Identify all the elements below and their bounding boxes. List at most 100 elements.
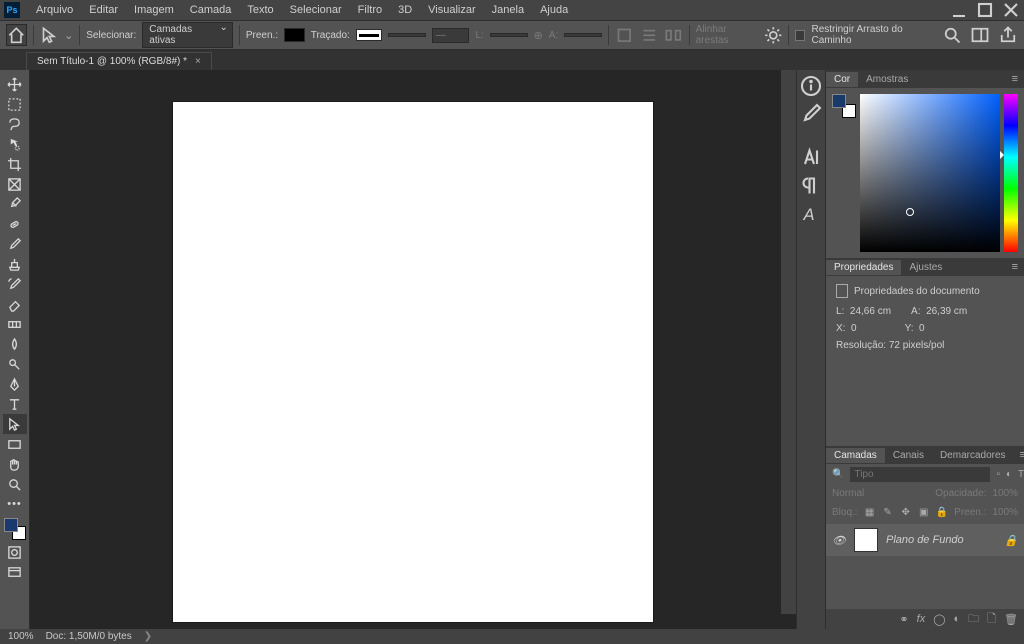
info-panel-icon[interactable] [799, 74, 823, 98]
vertical-scrollbar[interactable] [781, 70, 796, 614]
window-maximize-icon[interactable] [976, 3, 994, 17]
panel-menu-icon[interactable]: ≡ [1006, 73, 1024, 85]
share-icon[interactable] [998, 25, 1018, 45]
quick-select-tool-icon[interactable] [3, 134, 27, 154]
document-tab[interactable]: Sem Título-1 @ 100% (RGB/8#) * × [26, 52, 212, 70]
layer-filter-input[interactable] [850, 467, 990, 482]
lock-icon[interactable]: 🔒 [1004, 534, 1018, 547]
menu-texto[interactable]: Texto [239, 4, 281, 16]
path-select-tool-icon[interactable] [40, 25, 59, 45]
clone-stamp-tool-icon[interactable] [3, 254, 27, 274]
lock-all-icon[interactable]: 🔒 [936, 505, 948, 519]
window-minimize-icon[interactable] [950, 3, 968, 17]
hand-tool-icon[interactable] [3, 454, 27, 474]
new-layer-icon[interactable]: 🗋 [987, 610, 996, 629]
crop-tool-icon[interactable] [3, 154, 27, 174]
rectangle-tool-icon[interactable] [3, 434, 27, 454]
edit-toolbar-icon[interactable]: ••• [3, 494, 27, 514]
frame-tool-icon[interactable] [3, 174, 27, 194]
fill-value[interactable]: 100% [992, 507, 1018, 518]
layer-row[interactable]: 👁 Plano de Fundo 🔒 [826, 524, 1024, 556]
visibility-icon[interactable]: 👁 [832, 534, 846, 547]
path-select-tool-icon[interactable] [3, 414, 27, 434]
paragraph-panel-icon[interactable] [799, 174, 823, 198]
lock-position-icon[interactable]: ✥ [900, 505, 912, 519]
stroke-width-input[interactable] [388, 33, 426, 37]
foreground-background-swatch[interactable] [2, 516, 28, 542]
menu-selecionar[interactable]: Selecionar [282, 4, 350, 16]
opacity-value[interactable]: 100% [992, 488, 1018, 499]
restringir-checkbox[interactable] [795, 30, 805, 41]
color-fg-bg-swatch[interactable] [832, 94, 856, 118]
tab-cor[interactable]: Cor [826, 72, 858, 87]
tab-propriedades[interactable]: Propriedades [826, 260, 901, 275]
type-tool-icon[interactable] [3, 394, 27, 414]
zoom-tool-icon[interactable] [3, 474, 27, 494]
lock-transparent-icon[interactable]: ▦ [864, 505, 876, 519]
tab-demarcadores[interactable]: Demarcadores [932, 448, 1014, 463]
lock-artboard-icon[interactable]: ▣ [918, 505, 930, 519]
document-canvas[interactable] [173, 102, 653, 622]
brush-tool-icon[interactable] [3, 234, 27, 254]
window-close-icon[interactable] [1002, 3, 1020, 17]
selecionar-dropdown[interactable]: Camadas ativas [142, 22, 233, 48]
quick-mask-icon[interactable] [3, 542, 27, 562]
adjustment-layer-icon[interactable]: ◐ [954, 613, 961, 625]
menu-arquivo[interactable]: Arquivo [28, 4, 81, 16]
filter-pixel-icon[interactable]: ▫ [996, 468, 1000, 482]
lock-pixels-icon[interactable]: ✎ [882, 505, 894, 519]
fill-swatch[interactable] [284, 28, 305, 42]
layer-mask-icon[interactable]: ◯ [933, 613, 945, 626]
panel-menu-icon[interactable]: ≡ [1006, 261, 1024, 273]
canvas-area[interactable] [30, 70, 796, 629]
glyphs-panel-icon[interactable]: A [799, 202, 823, 226]
eraser-tool-icon[interactable] [3, 294, 27, 314]
character-panel-icon[interactable] [799, 146, 823, 170]
zoom-level[interactable]: 100% [8, 631, 34, 642]
filter-adjust-icon[interactable]: ◐ [1006, 468, 1012, 482]
hue-slider[interactable] [1004, 94, 1018, 252]
tab-ajustes[interactable]: Ajustes [901, 260, 950, 275]
path-distribute-icon[interactable] [664, 25, 683, 45]
menu-filtro[interactable]: Filtro [350, 4, 390, 16]
tab-canais[interactable]: Canais [885, 448, 932, 463]
workspace-icon[interactable] [970, 25, 990, 45]
lasso-tool-icon[interactable] [3, 114, 27, 134]
search-icon[interactable] [942, 25, 962, 45]
blend-mode-dropdown[interactable]: Normal [832, 488, 902, 499]
history-brush-tool-icon[interactable] [3, 274, 27, 294]
menu-camada[interactable]: Camada [182, 4, 240, 16]
color-field[interactable] [860, 94, 1000, 252]
close-tab-icon[interactable]: × [195, 56, 201, 67]
stroke-style-input[interactable]: — [432, 28, 470, 43]
eyedropper-tool-icon[interactable] [3, 194, 27, 214]
layer-thumbnail[interactable] [854, 528, 878, 552]
menu-visualizar[interactable]: Visualizar [420, 4, 484, 16]
height-input[interactable] [564, 33, 602, 37]
panel-menu-icon[interactable]: ≡ [1014, 449, 1024, 461]
width-input[interactable] [490, 33, 528, 37]
layer-name[interactable]: Plano de Fundo [886, 534, 964, 546]
menu-ajuda[interactable]: Ajuda [532, 4, 576, 16]
tab-camadas[interactable]: Camadas [826, 448, 885, 463]
move-tool-icon[interactable] [3, 74, 27, 94]
status-menu-icon[interactable]: ❯ [144, 631, 152, 642]
pen-tool-icon[interactable] [3, 374, 27, 394]
menu-editar[interactable]: Editar [81, 4, 126, 16]
home-button[interactable] [6, 24, 27, 46]
screen-mode-icon[interactable] [3, 562, 27, 582]
menu-imagem[interactable]: Imagem [126, 4, 182, 16]
link-layers-icon[interactable]: ⚭ [899, 613, 908, 626]
path-arrange-icon[interactable] [640, 25, 659, 45]
new-group-icon[interactable]: 🗀 [968, 610, 979, 629]
menu-janela[interactable]: Janela [484, 4, 532, 16]
healing-tool-icon[interactable] [3, 214, 27, 234]
gear-icon[interactable] [764, 25, 783, 45]
stroke-swatch[interactable] [356, 29, 382, 41]
layer-fx-icon[interactable]: fx [917, 613, 926, 625]
filter-type-icon[interactable]: T [1018, 468, 1024, 482]
path-align-icon[interactable] [615, 25, 634, 45]
gradient-tool-icon[interactable] [3, 314, 27, 334]
marquee-tool-icon[interactable] [3, 94, 27, 114]
blur-tool-icon[interactable] [3, 334, 27, 354]
